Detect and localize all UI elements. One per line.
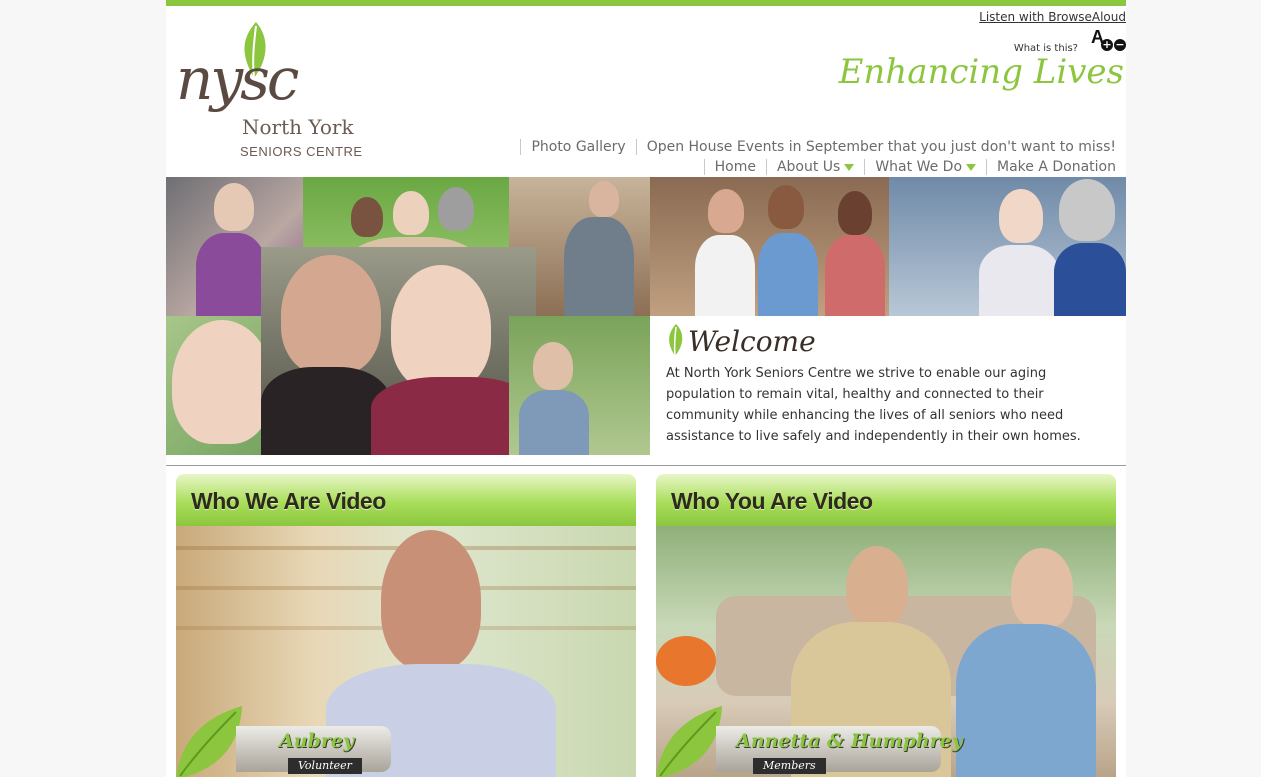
- welcome-text: At North York Seniors Centre we strive t…: [666, 366, 1081, 444]
- video-panel-who-you-are[interactable]: Who You Are Video Annetta & Humphrey Mem…: [656, 474, 1116, 777]
- nav-what-we-do-label: What We Do: [875, 159, 963, 175]
- photo-two-women: [889, 177, 1126, 316]
- top-accent-bar: [166, 0, 1126, 6]
- site-logo[interactable]: nysc North York SENIORS CENTRE: [174, 16, 374, 166]
- welcome-panel: Welcome At North York Seniors Centre we …: [650, 317, 1126, 455]
- video-person-name: Annetta & Humphrey: [736, 730, 963, 752]
- video-header: Who You Are Video: [656, 474, 1116, 526]
- video-person-role: Members: [753, 758, 826, 774]
- leaf-icon: [669, 324, 683, 357]
- hero-collage: Welcome At North York Seniors Centre we …: [166, 177, 1126, 455]
- font-size-tools: A + −: [1086, 27, 1126, 55]
- nav-about-us[interactable]: About Us: [765, 159, 864, 175]
- logo-subtitle: SENIORS CENTRE: [240, 144, 363, 159]
- dropdown-caret-icon: [844, 163, 855, 171]
- tagline: Enhancing Lives: [838, 52, 1124, 92]
- divider: [166, 465, 1126, 466]
- video-person-role: Volunteer: [288, 758, 362, 774]
- main-nav: Home About Us What We Do Make A Donation: [703, 159, 1116, 175]
- video-title: Who You Are Video: [671, 488, 873, 514]
- logo-mark: nysc: [176, 45, 299, 113]
- browsealoud-link[interactable]: Listen with BrowseAloud: [979, 10, 1126, 24]
- increase-font-icon[interactable]: +: [1101, 39, 1113, 51]
- secondary-nav: Photo Gallery Open House Events in Septe…: [520, 139, 1116, 155]
- welcome-heading: Welcome: [688, 325, 816, 358]
- page: nysc North York SENIORS CENTRE Listen wi…: [166, 0, 1126, 777]
- dropdown-caret-icon: [966, 163, 977, 171]
- nav-photo-gallery[interactable]: Photo Gallery: [520, 139, 635, 155]
- video-title: Who We Are Video: [191, 488, 386, 514]
- video-person-name: Aubrey: [279, 730, 354, 752]
- video-header: Who We Are Video: [176, 474, 636, 526]
- photo-group-laughing: [650, 177, 889, 316]
- nav-home[interactable]: Home: [703, 159, 766, 175]
- decrease-font-icon[interactable]: −: [1114, 39, 1126, 51]
- nav-make-a-donation[interactable]: Make A Donation: [986, 159, 1116, 175]
- nav-make-a-donation-label: Make A Donation: [997, 159, 1116, 175]
- video-thumbnail[interactable]: Aubrey Volunteer: [176, 526, 636, 777]
- photo-couple: [261, 247, 536, 455]
- nav-what-we-do[interactable]: What We Do: [864, 159, 986, 175]
- logo-name: North York: [242, 115, 354, 139]
- video-panel-who-we-are[interactable]: Who We Are Video Aubrey Volunteer: [176, 474, 636, 777]
- nav-about-us-label: About Us: [776, 159, 841, 175]
- photo-men-outdoors: [509, 316, 650, 455]
- nav-open-house-events[interactable]: Open House Events in September that you …: [635, 139, 1116, 155]
- video-thumbnail[interactable]: Annetta & Humphrey Members: [656, 526, 1116, 777]
- nav-home-label: Home: [714, 159, 756, 175]
